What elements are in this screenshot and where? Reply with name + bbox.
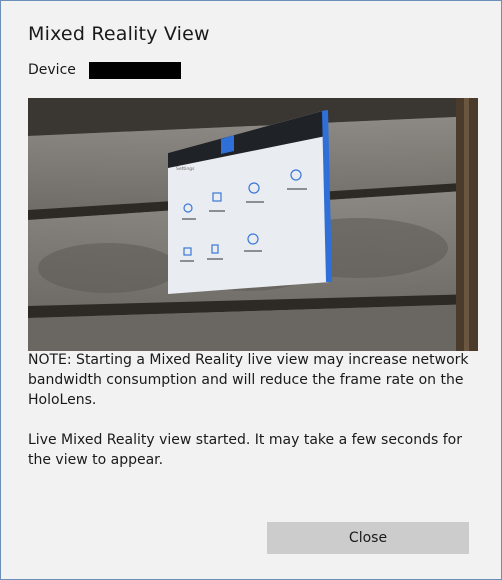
video-frame-image: Settings [28, 98, 478, 351]
mixed-reality-view-dialog: Mixed Reality View Device Settings NOTE:… [0, 0, 502, 580]
bandwidth-note: NOTE: Starting a Mixed Reality live view… [28, 352, 469, 408]
live-view-status: Live Mixed Reality view started. It may … [28, 432, 462, 468]
device-name-redacted [89, 62, 181, 79]
close-button[interactable]: Close [267, 522, 469, 554]
dialog-title: Mixed Reality View [28, 23, 210, 45]
device-label: Device [28, 62, 76, 78]
mixed-reality-video-view: Settings [28, 98, 478, 351]
hologram-settings-title: Settings [176, 166, 195, 172]
